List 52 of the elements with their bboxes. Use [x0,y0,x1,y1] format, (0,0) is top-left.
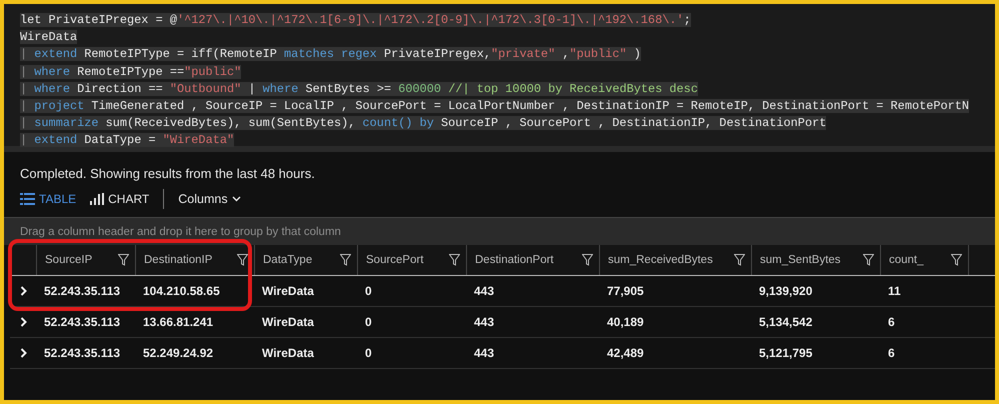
column-header[interactable]: DestinationPort [467,245,600,275]
column-header[interactable]: sum_SentBytes [752,245,881,275]
table-cell-text: 443 [473,346,496,360]
column-header[interactable]: SourceIP [37,245,136,275]
group-by-bar[interactable]: Drag a column header and drop it here to group by that column [4,217,995,245]
column-header[interactable]: DataType [255,245,358,275]
table-cell-text: 52.243.35.113 [43,346,122,360]
filter-icon[interactable] [863,254,874,266]
table-cell-text: 42,489 [606,346,645,360]
view-tab[interactable]: TABLE [20,192,76,206]
view-tab[interactable]: CHART [90,192,150,206]
query-editor[interactable] [4,4,995,152]
table-cell-text: WireData [261,315,315,329]
column-header[interactable]: sum_ReceivedBytes [600,245,752,275]
columns-button[interactable]: Columns [178,192,241,206]
table-cell-text: 0 [364,346,373,360]
table-cell-text: 40,189 [606,315,645,329]
table-cell-text: 9,139,920 [758,284,814,298]
column-header[interactable]: SourcePort [358,245,467,275]
column-header[interactable]: count_ [881,245,969,275]
table-cell-text: 52.249.24.92 [142,346,214,360]
expand-chevron-icon[interactable] [20,317,26,327]
filter-icon[interactable] [734,254,745,266]
filter-icon[interactable] [237,254,248,266]
filter-icon[interactable] [118,254,129,266]
table-cell-text: WireData [261,284,315,298]
table-cell-text: 6 [887,346,896,360]
table-cell-text: 52.243.35.113 [43,284,122,298]
table-cell-text: 5,134,542 [758,315,814,329]
expand-chevron-icon[interactable] [20,348,26,358]
chevron-down-icon [232,196,241,202]
status-text: Completed. Showing results from the last 48 hours. [19,165,316,183]
filter-icon[interactable] [582,254,593,266]
table-cell-text: 443 [473,284,496,298]
table-cell-text: WireData [261,346,315,360]
table-cell-text: 52.243.35.113 [43,315,122,329]
table-cell-text: 5,121,795 [758,346,814,360]
table-cell-text: 11 [887,284,902,298]
table-icon [20,193,35,205]
table-cell-text: 104.210.58.65 [142,284,221,298]
filter-icon[interactable] [340,254,351,266]
table-cell-text: 13.66.81.241 [142,315,214,329]
filter-icon[interactable] [449,254,460,266]
table-cell-text: 6 [887,315,896,329]
table-cell-text: 77,905 [606,284,645,298]
column-header[interactable]: DestinationIP [136,245,255,275]
filter-icon[interactable] [951,254,962,266]
table-cell-text: 0 [364,284,373,298]
bar-chart-icon [90,193,104,205]
table-cell-text: 443 [473,315,496,329]
table-cell-text: 0 [364,315,373,329]
expand-chevron-icon[interactable] [20,286,26,296]
